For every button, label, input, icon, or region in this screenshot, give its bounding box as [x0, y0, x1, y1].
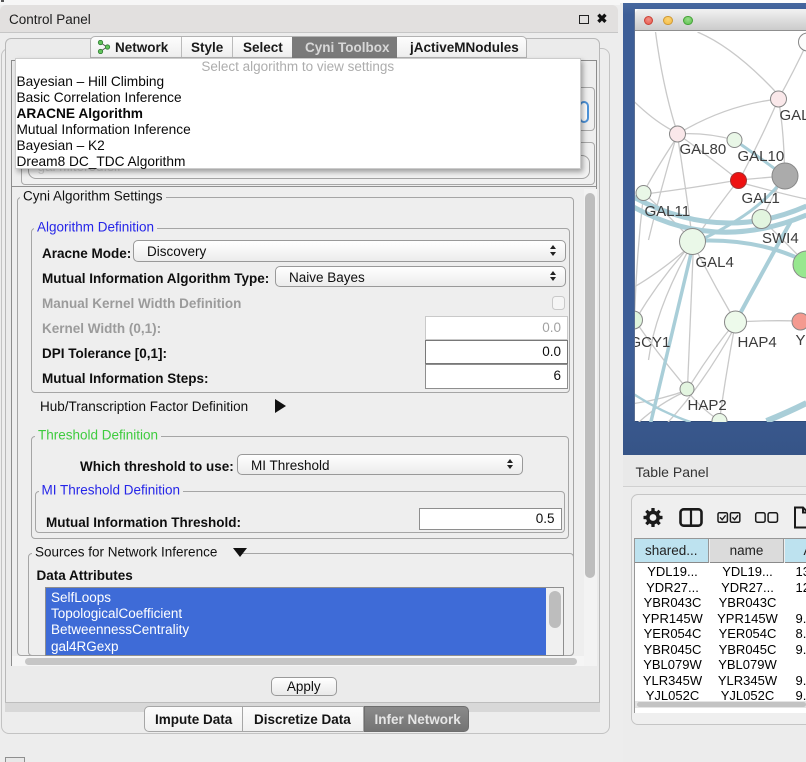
svg-text:GAL10: GAL10: [737, 148, 784, 165]
svg-text:GAL7: GAL7: [779, 107, 806, 124]
svg-text:HAP2: HAP2: [687, 397, 726, 414]
svg-text:GCY1: GCY1: [635, 334, 670, 351]
svg-text:GAL1: GAL1: [741, 190, 779, 207]
svg-text:Y: Y: [795, 332, 805, 349]
svg-text:GAL4: GAL4: [695, 254, 733, 271]
svg-text:SWI4: SWI4: [762, 230, 799, 247]
svg-text:GAL80: GAL80: [679, 141, 726, 158]
svg-text:GAL11: GAL11: [644, 203, 690, 220]
svg-text:HAP4: HAP4: [737, 334, 776, 351]
